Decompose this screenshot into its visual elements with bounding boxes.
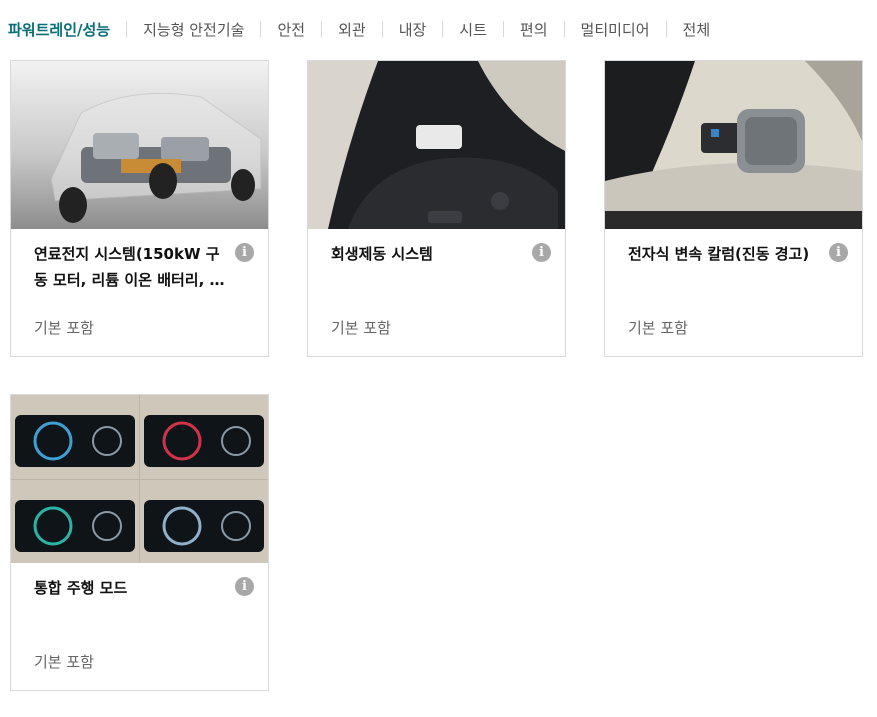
tab-exterior[interactable]: 외관 (338, 19, 366, 40)
tab-divider (381, 21, 383, 37)
drive-mode-cluster-image (11, 395, 268, 563)
column-shifter-image (605, 61, 862, 229)
option-title: 회생제동 시스템 (331, 245, 433, 263)
tab-smart-safety[interactable]: 지능형 안전기술 (143, 19, 244, 40)
paddle-shifter-image: MODE (308, 61, 565, 229)
option-status: 기본 포함 (628, 319, 688, 337)
tab-divider (321, 21, 323, 37)
tab-safety[interactable]: 안전 (277, 19, 305, 40)
tab-interior[interactable]: 내장 (399, 19, 427, 40)
option-status: 기본 포함 (34, 319, 94, 337)
tab-divider (260, 21, 262, 37)
option-card-regen-brake[interactable]: MODE 회생제동 시스템 i 기본 포함 (307, 60, 566, 357)
fuel-cell-chassis-image (11, 61, 268, 229)
tab-divider (563, 21, 565, 37)
tab-all[interactable]: 전체 (683, 19, 711, 40)
tab-divider (665, 21, 667, 37)
tab-powertrain[interactable]: 파워트레인/성능 (8, 19, 110, 40)
tab-divider (502, 21, 504, 37)
tab-multimedia[interactable]: 멀티미디어 (581, 19, 650, 40)
info-icon[interactable]: i (235, 243, 254, 262)
option-card-fuel-cell[interactable]: 연료전지 시스템(150kW 구동 모터, 리튬 이온 배터리, 감속기) i … (10, 60, 269, 357)
info-icon[interactable]: i (829, 243, 848, 262)
option-status: 기본 포함 (34, 653, 94, 671)
option-title: 연료전지 시스템(150kW 구동 모터, 리튬 이온 배터리, 감속기) (34, 245, 224, 289)
tab-divider (442, 21, 444, 37)
category-tabs: 파워트레인/성능 지능형 안전기술 안전 외관 내장 시트 편의 멀티미디어 전… (0, 0, 877, 58)
option-card-column-shifter[interactable]: 전자식 변속 칼럼(진동 경고) i 기본 포함 (604, 60, 863, 357)
info-icon[interactable]: i (235, 577, 254, 596)
tab-divider (126, 21, 128, 37)
option-title: 전자식 변속 칼럼(진동 경고) (628, 245, 810, 263)
option-title: 통합 주행 모드 (34, 579, 128, 597)
option-status: 기본 포함 (331, 319, 391, 337)
tab-seats[interactable]: 시트 (459, 19, 487, 40)
tab-convenience[interactable]: 편의 (520, 19, 548, 40)
info-icon[interactable]: i (532, 243, 551, 262)
option-card-drive-mode[interactable]: 통합 주행 모드 i 기본 포함 (10, 394, 269, 691)
